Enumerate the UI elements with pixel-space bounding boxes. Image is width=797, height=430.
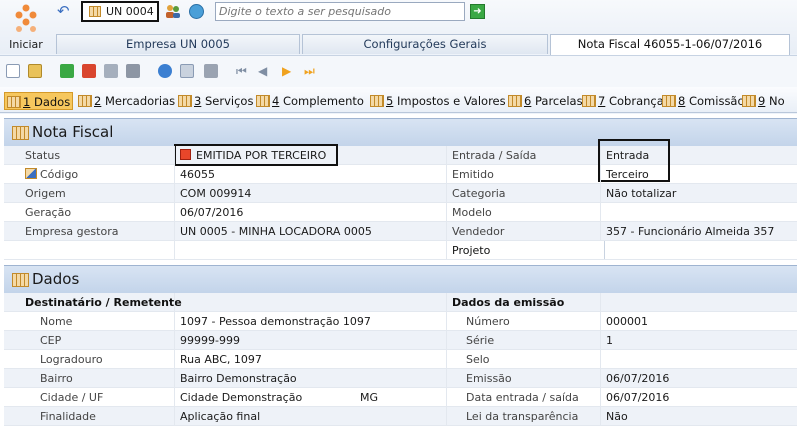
- section-tab-dados[interactable]: 1 Dados: [4, 92, 74, 110]
- row-cep: CEP 99999-999 Série 1: [4, 331, 797, 350]
- preview-icon[interactable]: [180, 64, 194, 78]
- section-header-nota-fiscal: Nota Fiscal: [4, 118, 797, 146]
- previous-record-icon[interactable]: ◀: [258, 64, 272, 78]
- users-icon[interactable]: [165, 4, 181, 19]
- cancel-icon[interactable]: [126, 64, 140, 78]
- section-tab-comissao[interactable]: 8 Comissão: [662, 92, 745, 110]
- section-tab-complemento[interactable]: 4 Complemento: [256, 92, 364, 110]
- table-icon: [7, 96, 21, 108]
- tab-empresa[interactable]: Empresa UN 0005: [56, 34, 300, 54]
- start-button[interactable]: Iniciar: [0, 0, 52, 54]
- table-icon: [662, 95, 676, 107]
- row-dados-heads: Destinatário / Remetente Dados da emissã…: [4, 293, 797, 312]
- section-header-dados: Dados: [4, 265, 797, 293]
- undo-icon[interactable]: ↶: [57, 3, 75, 19]
- go-arrow-icon[interactable]: ➜: [470, 4, 485, 19]
- refresh-icon[interactable]: [158, 64, 172, 78]
- row-cidade: Cidade / UF Cidade Demonstração MG Data …: [4, 388, 797, 407]
- section-tab-servicos[interactable]: 3 Serviços: [178, 92, 253, 110]
- table-icon: [12, 273, 29, 287]
- section-tab-parcelas[interactable]: 6 Parcelas: [508, 92, 583, 110]
- status-highlight: [174, 144, 338, 166]
- search-input[interactable]: [215, 2, 465, 21]
- table-icon: [256, 95, 270, 107]
- entrada-highlight: [598, 139, 670, 182]
- table-icon: [582, 95, 596, 107]
- table-icon: [89, 6, 101, 17]
- row-finalidade: Finalidade Aplicação final Lei da transp…: [4, 407, 797, 426]
- add-icon[interactable]: [60, 64, 74, 78]
- next-record-icon[interactable]: ▶: [282, 64, 296, 78]
- toolbar: ⏮ ◀ ▶ ⏭: [0, 55, 797, 87]
- table-icon: [12, 126, 29, 140]
- table-icon: [370, 95, 384, 107]
- app-logo-icon: [15, 4, 37, 32]
- row-codigo: Código 46055 Emitido Terceiro: [4, 165, 797, 184]
- row-geracao: Geração 06/07/2016 Modelo: [4, 203, 797, 222]
- column-separator: [446, 293, 447, 426]
- row-status: Status EMITIDA POR TERCEIRO Entrada / Sa…: [4, 146, 797, 165]
- codigo-label: Código: [25, 168, 78, 181]
- edit-icon: [25, 168, 37, 179]
- tab-configuracoes[interactable]: Configurações Gerais: [302, 34, 548, 54]
- lock-icon[interactable]: [28, 64, 42, 78]
- confirm-icon[interactable]: [104, 64, 118, 78]
- row-empresa: Empresa gestora UN 0005 - MINHA LOCADORA…: [4, 222, 797, 241]
- row-origem: Origem COM 009914 Categoria Não totaliza…: [4, 184, 797, 203]
- start-label: Iniciar: [9, 38, 43, 51]
- row-logradouro: Logradouro Rua ABC, 1097 Selo: [4, 350, 797, 369]
- column-separator: [600, 146, 601, 240]
- last-record-icon[interactable]: ⏭: [304, 64, 318, 78]
- row-bairro: Bairro Bairro Demonstração Emissão 06/07…: [4, 369, 797, 388]
- section-tab-mercadorias[interactable]: 2 Mercadorias: [78, 92, 175, 110]
- section-tab-more[interactable]: 9 No: [742, 92, 785, 110]
- refresh-circle-icon[interactable]: [189, 4, 204, 19]
- column-separator: [174, 146, 175, 260]
- row-projeto: Projeto: [4, 241, 797, 260]
- projeto-input[interactable]: [604, 241, 797, 259]
- table-icon: [178, 95, 192, 107]
- new-document-icon[interactable]: [6, 64, 20, 78]
- content-panel: Nota Fiscal Status EMITIDA POR TERCEIRO …: [0, 114, 797, 430]
- table-icon: [78, 95, 92, 107]
- first-record-icon[interactable]: ⏮: [236, 64, 250, 78]
- table-icon: [742, 95, 756, 107]
- section-tab-impostos[interactable]: 5 Impostos e Valores: [370, 92, 506, 110]
- print-icon[interactable]: [204, 64, 218, 78]
- column-separator: [174, 293, 175, 426]
- section-tabs: 1 Dados 2 Mercadorias 3 Serviços 4 Compl…: [0, 87, 797, 113]
- row-nome: Nome 1097 - Pessoa demonstração 1097 Núm…: [4, 312, 797, 331]
- table-icon: [508, 95, 522, 107]
- column-separator: [600, 293, 601, 426]
- unit-label: UN 0004: [106, 5, 154, 18]
- tab-nota-fiscal[interactable]: Nota Fiscal 46055-1-06/07/2016: [550, 34, 790, 55]
- unit-selector[interactable]: UN 0004: [81, 1, 159, 22]
- remove-icon[interactable]: [82, 64, 96, 78]
- column-separator: [446, 146, 447, 260]
- section-tab-cobranca[interactable]: 7 Cobrança: [582, 92, 664, 110]
